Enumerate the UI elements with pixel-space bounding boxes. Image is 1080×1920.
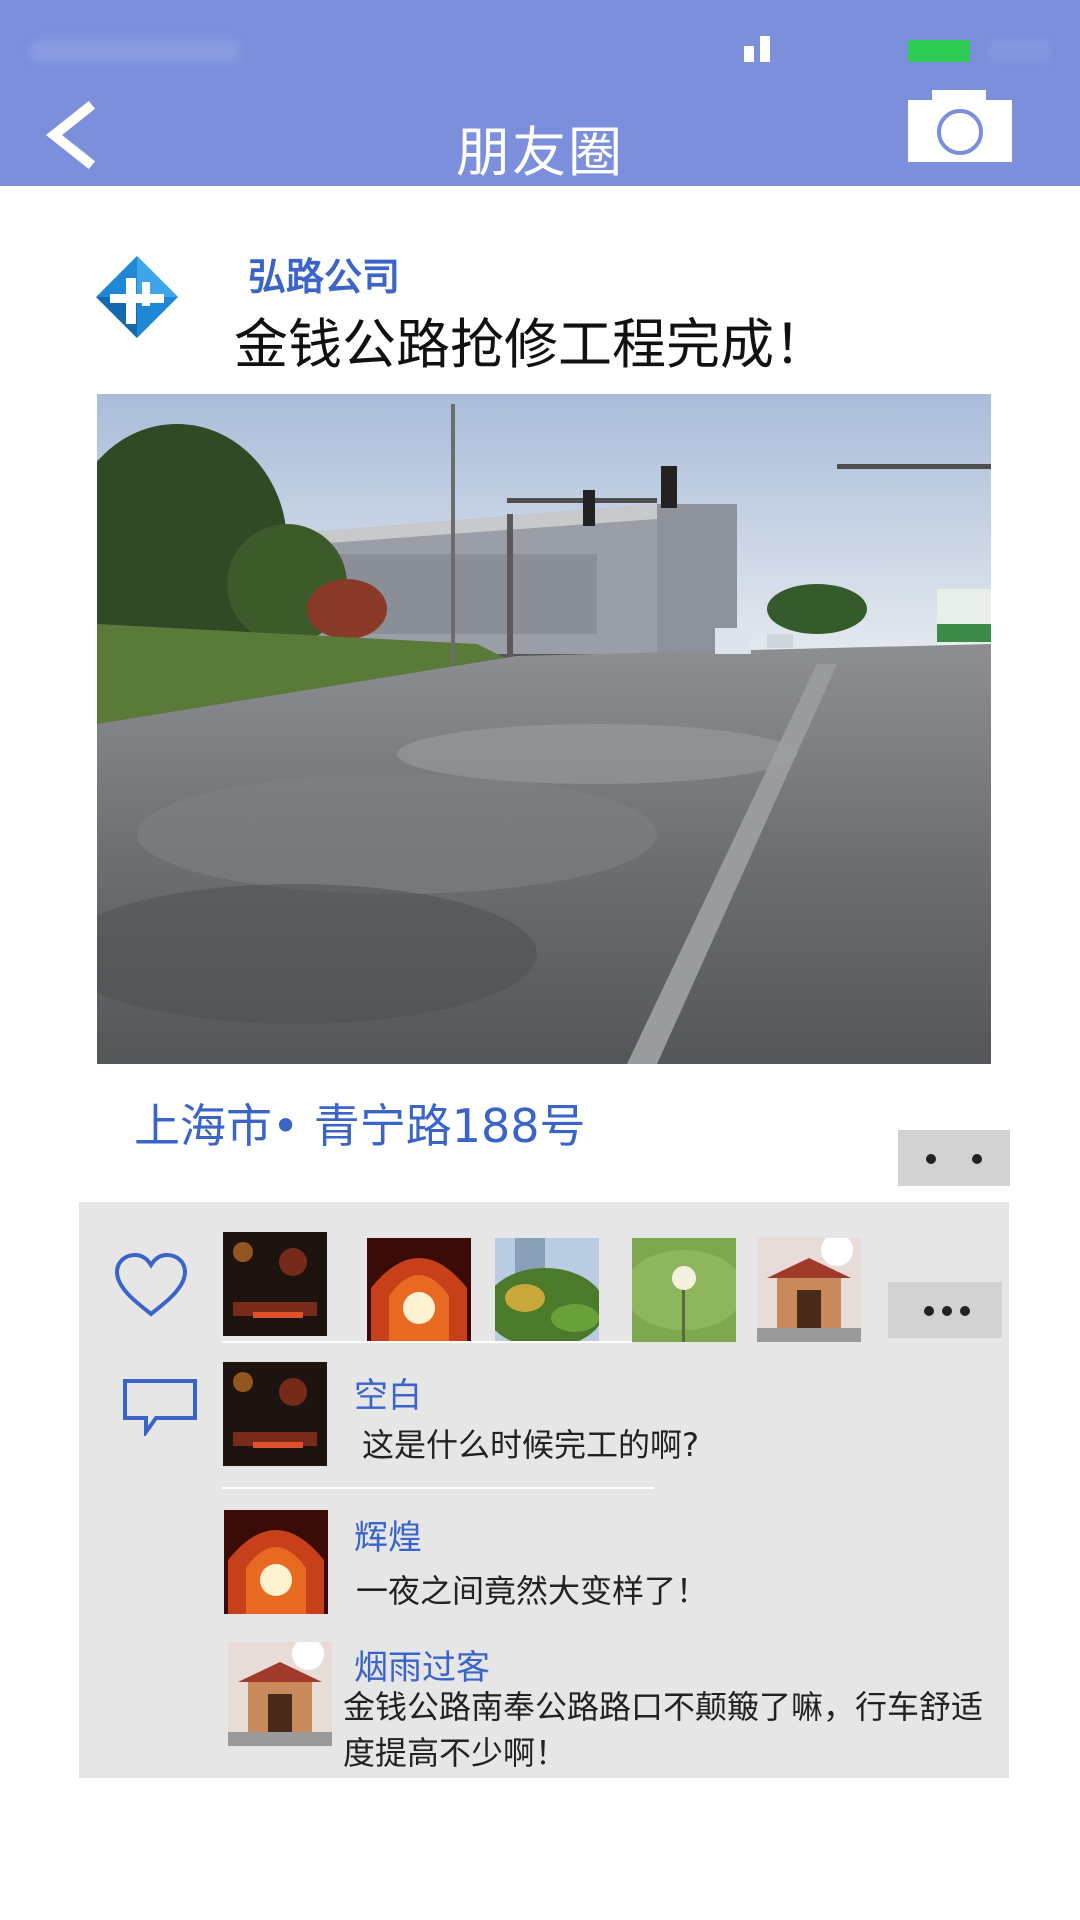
battery-icon — [908, 40, 970, 62]
top-bar: 朋友圈 — [0, 0, 1080, 186]
heart-icon — [114, 1252, 188, 1317]
more-dots-icon — [926, 1154, 936, 1164]
comment-text: 一夜之间竟然大变样了！ — [356, 1572, 709, 1610]
commenter-avatar[interactable] — [224, 1510, 328, 1614]
camera-icon — [908, 90, 1012, 162]
comment-author[interactable]: 空白 — [354, 1368, 422, 1417]
comment-divider — [222, 1487, 654, 1489]
post-author[interactable]: 弘路公司 — [248, 246, 400, 301]
comment-text: 这是什么时候完工的啊? — [362, 1426, 699, 1464]
liker-avatar[interactable] — [223, 1232, 327, 1336]
comment-author[interactable]: 辉煌 — [354, 1510, 422, 1559]
comment-author[interactable]: 烟雨过客 — [354, 1640, 490, 1689]
likes-more-button[interactable] — [888, 1282, 1002, 1338]
comment-bubble-icon — [123, 1379, 197, 1439]
liker-avatar[interactable] — [632, 1238, 736, 1342]
status-bar-carrier — [30, 40, 240, 62]
post-photo[interactable] — [97, 394, 991, 1064]
like-button[interactable] — [113, 1252, 189, 1318]
more-dots-icon — [924, 1306, 934, 1316]
company-logo[interactable] — [96, 256, 178, 338]
liker-avatar[interactable] — [757, 1238, 861, 1342]
liker-avatar[interactable] — [495, 1238, 599, 1342]
post-location[interactable]: 上海市• 青宁路188号 — [134, 1090, 586, 1156]
post-more-button[interactable] — [898, 1130, 1010, 1186]
post-text: 金钱公路抢修工程完成！ — [234, 313, 828, 376]
liker-avatar[interactable] — [367, 1238, 471, 1342]
commenter-avatar[interactable] — [223, 1362, 327, 1466]
comment-text: 金钱公路南奉公路路口不颠簸了嘛，行车舒适度提高不少啊！ — [343, 1688, 984, 1772]
signal-icon — [744, 36, 780, 62]
likes-divider — [222, 1341, 632, 1343]
commenter-avatar[interactable] — [228, 1642, 332, 1746]
camera-button[interactable] — [908, 90, 1012, 162]
status-bar-time — [990, 40, 1050, 62]
comment-button[interactable] — [122, 1378, 198, 1439]
